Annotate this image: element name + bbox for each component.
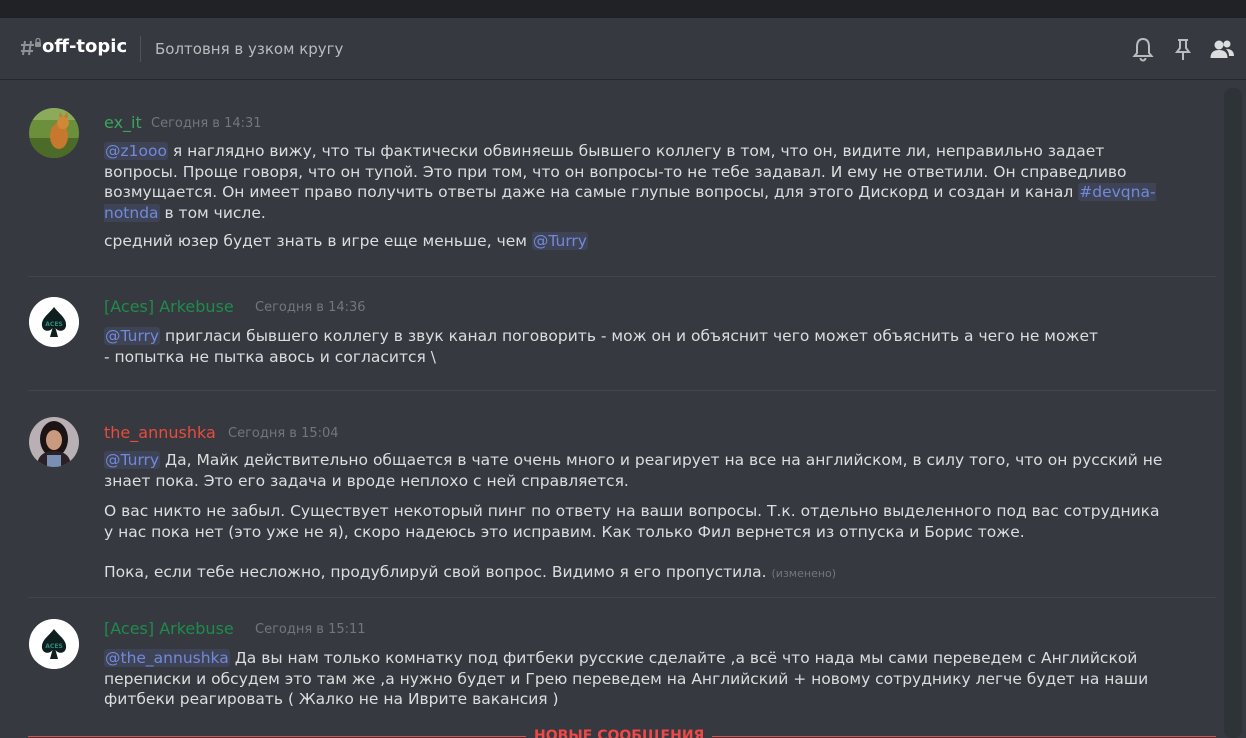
new-messages-label[interactable]: НОВЫЕ СООБЩЕНИЯ xyxy=(526,726,713,738)
message-text: @Turry Да, Майк действительно общается в… xyxy=(104,450,1164,491)
channel-topic[interactable]: Болтовня в узком кругу xyxy=(155,40,343,58)
message-text: @z1ooo я наглядно вижу, что ты фактическ… xyxy=(104,141,1164,223)
bell-icon[interactable] xyxy=(1130,36,1156,62)
message-author[interactable]: [Aces] Arkebuse xyxy=(104,297,234,317)
message-author[interactable]: [Aces] Arkebuse xyxy=(104,619,234,639)
message-text-part: О вас никто не забыл. Существует некотор… xyxy=(104,502,1160,541)
avatar[interactable] xyxy=(29,417,79,467)
message-text: @Turry пригласи бывшего коллегу в звук к… xyxy=(104,326,1104,367)
message-text-part: средний юзер будет знать в игре еще мень… xyxy=(104,232,532,250)
avatar[interactable] xyxy=(29,108,79,158)
message-group: ACES [Aces] Arkebuse Сегодня в 15:11 @th… xyxy=(0,597,1218,738)
aces-logo-icon: ACES xyxy=(29,297,79,347)
message-text-part: в том числе. xyxy=(159,203,266,222)
author-name[interactable]: [Aces] Arkebuse xyxy=(104,297,234,316)
avatar-cat-image xyxy=(29,108,79,158)
user-mention[interactable]: @Turry xyxy=(104,327,161,345)
aces-badge-text: ACES xyxy=(45,321,62,328)
message-timestamp: Сегодня в 15:04 xyxy=(228,426,339,441)
scrollbar-track[interactable] xyxy=(1224,88,1242,738)
user-mention[interactable]: @the_annushka xyxy=(104,649,230,667)
message-text: О вас никто не забыл. Существует некотор… xyxy=(104,501,1164,542)
edited-label: (изменено) xyxy=(771,567,837,580)
message-text: Пока, если тебе несложно, продублируй св… xyxy=(104,562,1164,585)
message-text-part: пригласи бывшего коллегу в звук канал по… xyxy=(104,327,1099,366)
message-text: средний юзер будет знать в игре еще мень… xyxy=(104,231,1164,252)
message-author[interactable]: ex_it xyxy=(104,113,142,133)
message-text-part: Пока, если тебе несложно, продублируй св… xyxy=(104,563,767,581)
message-group: ACES [Aces] Arkebuse Сегодня в 14:36 @Tu… xyxy=(0,276,1218,390)
user-mention[interactable]: @Turry xyxy=(531,232,588,250)
hashtag-lock-icon xyxy=(21,38,41,56)
window-top-strip xyxy=(0,0,1246,18)
message-text-part: я наглядно вижу, что ты фактически обвин… xyxy=(104,142,1127,201)
user-mention[interactable]: @Turry xyxy=(104,451,161,469)
message-timestamp: Сегодня в 14:36 xyxy=(255,300,366,315)
author-name[interactable]: [Aces] Arkebuse xyxy=(104,619,234,638)
message-group: the_annushka Сегодня в 15:04 @Turry Да, … xyxy=(0,390,1218,597)
author-name[interactable]: the_annushka xyxy=(104,423,216,442)
avatar[interactable]: ACES xyxy=(29,619,79,669)
user-mention[interactable]: @z1ooo xyxy=(104,142,168,160)
header-divider xyxy=(140,36,141,62)
channel-name: off-topic xyxy=(42,36,128,57)
channel-header: off-topic Болтовня в узком кругу xyxy=(0,18,1246,80)
message-text-part: Да, Майк действительно общается в чате о… xyxy=(104,451,1163,490)
message-text-part: Да вы нам только комнатку под фитбеки ру… xyxy=(104,649,1149,708)
author-name[interactable]: ex_it xyxy=(104,113,142,132)
messages-pane: ex_it Сегодня в 14:31 @z1ooo я наглядно … xyxy=(0,80,1246,738)
avatar-photo-image xyxy=(29,417,79,467)
message-timestamp: Сегодня в 14:31 xyxy=(151,116,262,131)
aces-badge-text: ACES xyxy=(45,643,62,650)
aces-logo-icon: ACES xyxy=(29,619,79,669)
members-icon[interactable] xyxy=(1209,36,1235,62)
message-group: ex_it Сегодня в 14:31 @z1ooo я наглядно … xyxy=(0,80,1218,276)
message-timestamp: Сегодня в 15:11 xyxy=(255,622,366,637)
avatar[interactable]: ACES xyxy=(29,297,79,347)
pin-icon[interactable] xyxy=(1170,36,1196,62)
message-author[interactable]: the_annushka xyxy=(104,423,216,443)
message-text: @the_annushka Да вы нам только комнатку … xyxy=(104,648,1164,710)
